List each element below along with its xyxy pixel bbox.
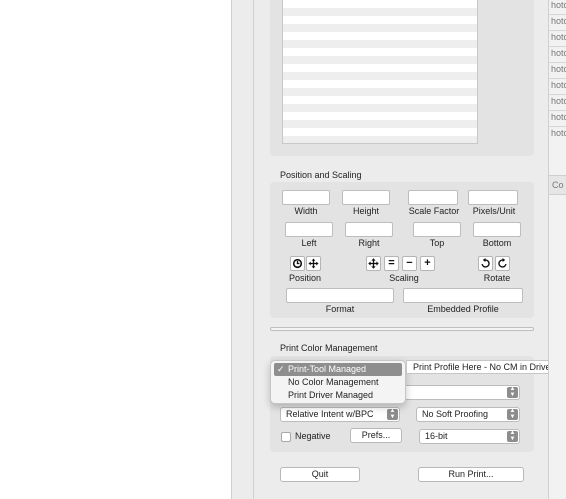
list-item: hoto	[551, 16, 566, 26]
format-label: Format	[325, 304, 355, 314]
plus-icon: +	[424, 257, 431, 269]
quit-button[interactable]: Quit	[280, 467, 360, 482]
rotate-left-button[interactable]	[478, 256, 493, 271]
list-item: hoto	[551, 112, 566, 122]
scaling-label: Scaling	[389, 273, 419, 283]
checkmark-icon: ✓	[277, 364, 285, 374]
bit-depth-value: 16-bit	[425, 431, 448, 441]
free-position-button[interactable]	[306, 256, 321, 271]
soft-proofing-popup[interactable]: No Soft Proofing ▲ ▼	[416, 407, 520, 422]
expand-arrows-icon	[368, 258, 379, 269]
list-item: hoto	[551, 0, 566, 10]
list-divider	[549, 94, 566, 95]
move-arrows-icon	[308, 258, 319, 269]
scale-factor-label: Scale Factor	[408, 206, 460, 216]
list-divider	[549, 30, 566, 31]
menu-item-label: Print-Tool Managed	[288, 364, 367, 374]
list-divider	[549, 46, 566, 47]
column-header: Co	[552, 180, 564, 190]
printer-profile-popup[interactable]: ▲ ▼	[402, 385, 520, 400]
prefs-button[interactable]: Prefs...	[350, 428, 402, 443]
list-item: hoto	[551, 64, 566, 74]
position-scaling-group: Width Height Scale Factor Pixels/Unit Le…	[270, 182, 534, 318]
updown-chevron-icon: ▲ ▼	[507, 386, 518, 398]
increase-scaling-button[interactable]: +	[420, 256, 435, 271]
pixels-per-unit-label: Pixels/Unit	[472, 206, 516, 216]
embedded-profile-label: Embedded Profile	[427, 304, 499, 314]
rotate-left-icon	[481, 258, 490, 268]
fit-scaling-button[interactable]	[366, 256, 381, 271]
list-item: hoto	[551, 128, 566, 138]
rendering-intent-value: Relative Intent w/BPC	[286, 409, 374, 419]
bottom-field[interactable]	[473, 222, 521, 237]
negative-checkbox[interactable]	[281, 432, 291, 442]
print-dialog: Position and Scaling Width Height Scale …	[254, 0, 548, 499]
scale-factor-field[interactable]	[408, 190, 458, 205]
height-label: Height	[352, 206, 379, 216]
rotate-label: Rotate	[483, 273, 511, 283]
list-divider	[549, 110, 566, 111]
list-item: hoto	[551, 80, 566, 90]
list-item: hoto	[551, 32, 566, 42]
negative-label: Negative	[295, 431, 331, 441]
equal-scaling-button[interactable]: =	[384, 256, 399, 271]
run-print-button[interactable]: Run Print...	[418, 467, 524, 482]
list-divider	[549, 78, 566, 79]
split-divider[interactable]	[232, 0, 254, 499]
menu-item-label: No Color Management	[288, 377, 379, 387]
list-divider	[549, 14, 566, 15]
rotate-right-button[interactable]	[495, 256, 510, 271]
width-label: Width	[294, 206, 318, 216]
menu-item-label: Print Driver Managed	[288, 390, 374, 400]
menu-item-print-driver-managed[interactable]: Print Driver Managed	[274, 389, 402, 402]
rotate-right-icon	[498, 258, 507, 268]
height-field[interactable]	[342, 190, 390, 205]
rendering-intent-popup[interactable]: Relative Intent w/BPC ▲ ▼	[280, 407, 400, 422]
equals-icon: =	[388, 257, 395, 269]
right-field[interactable]	[345, 222, 393, 237]
background-window-strip: hoto hoto hoto hoto hoto hoto hoto hoto …	[548, 0, 566, 499]
updown-chevron-icon: ▲ ▼	[507, 408, 518, 420]
updown-chevron-icon: ▲ ▼	[507, 430, 518, 442]
embedded-profile-field[interactable]	[403, 288, 523, 303]
position-scaling-heading: Position and Scaling	[280, 170, 362, 180]
list-item: hoto	[551, 48, 566, 58]
left-field[interactable]	[285, 222, 333, 237]
pixels-per-unit-field[interactable]	[468, 190, 518, 205]
soft-proofing-value: No Soft Proofing	[422, 409, 489, 419]
center-position-button[interactable]	[290, 256, 305, 271]
color-management-menu: ✓ Print-Tool Managed No Color Management…	[270, 360, 406, 404]
print-profile-value: Print Profile Here - No CM in Driver	[413, 362, 554, 372]
bit-depth-popup[interactable]: 16-bit ▲ ▼	[419, 429, 520, 444]
right-label: Right	[358, 238, 380, 248]
position-label: Position	[288, 273, 322, 283]
format-field[interactable]	[286, 288, 394, 303]
list-divider	[549, 62, 566, 63]
width-field[interactable]	[282, 190, 330, 205]
bottom-label: Bottom	[482, 238, 512, 248]
top-label: Top	[429, 238, 445, 248]
minus-icon: −	[406, 257, 413, 269]
section-separator	[270, 327, 534, 331]
top-field[interactable]	[413, 222, 461, 237]
menu-item-no-color-management[interactable]: No Color Management	[274, 376, 402, 389]
left-label: Left	[301, 238, 317, 248]
decrease-scaling-button[interactable]: −	[402, 256, 417, 271]
list-divider	[549, 126, 566, 127]
page-preview-area	[270, 0, 534, 156]
target-icon	[292, 258, 303, 269]
updown-chevron-icon: ▲ ▼	[387, 408, 398, 420]
page-preview	[282, 0, 478, 144]
color-management-heading: Print Color Management	[280, 343, 378, 353]
list-item: hoto	[551, 96, 566, 106]
menu-item-print-tool-managed[interactable]: ✓ Print-Tool Managed	[274, 363, 402, 376]
left-preview-pane	[0, 0, 232, 499]
print-profile-popup[interactable]: Print Profile Here - No CM in Driver	[406, 360, 566, 374]
